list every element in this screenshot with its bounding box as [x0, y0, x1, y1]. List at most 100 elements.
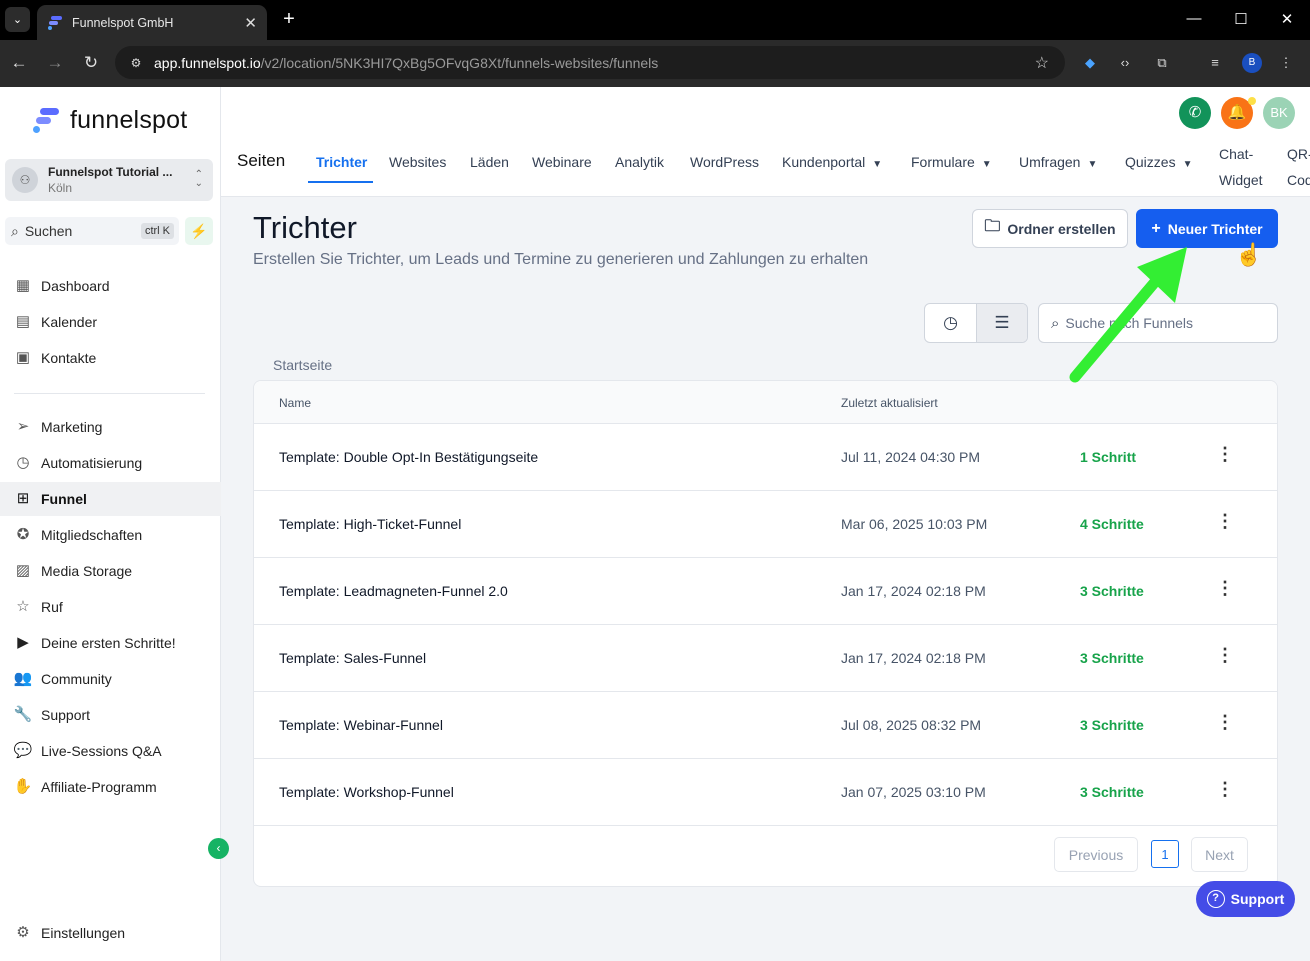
- sidebar-item-einstellungen[interactable]: ⚙ Einstellungen: [0, 916, 221, 950]
- sidebar-collapse-icon[interactable]: ‹: [208, 838, 229, 859]
- tab-quizzes[interactable]: Quizzes ▼: [1125, 154, 1192, 170]
- window-close-icon[interactable]: ✕: [1277, 10, 1297, 30]
- list-view-icon[interactable]: ☰: [975, 304, 1027, 342]
- table-row[interactable]: Template: High-Ticket-Funnel Mar 06, 202…: [254, 491, 1277, 558]
- pagination-previous-button[interactable]: Previous: [1054, 837, 1138, 872]
- browser-menu-icon[interactable]: ⋮: [1276, 53, 1296, 73]
- reload-icon[interactable]: ↻: [80, 52, 102, 74]
- sidebar-item-support[interactable]: 🔧 Support: [0, 698, 221, 732]
- award-icon: ✪: [16, 526, 30, 543]
- tab-wordpress[interactable]: WordPress: [690, 154, 759, 170]
- sidebar-item-dashboard[interactable]: ▦ Dashboard: [0, 269, 221, 303]
- sidebar-item-ruf[interactable]: ☆ Ruf: [0, 590, 221, 624]
- table-row[interactable]: Template: Sales-Funnel Jan 17, 2024 02:1…: [254, 625, 1277, 692]
- sidebar-item-automatisierung[interactable]: ◷ Automatisierung: [0, 446, 221, 480]
- funnel-name[interactable]: Template: Webinar-Funnel: [279, 717, 443, 733]
- profile-avatar[interactable]: B: [1242, 53, 1262, 73]
- funnel-name[interactable]: Template: Double Opt-In Bestätigungseite: [279, 449, 538, 465]
- sidebar-item-label: Mitgliedschaften: [41, 527, 143, 543]
- send-icon: ➢: [16, 418, 30, 435]
- sidebar-item-community[interactable]: 👥 Community: [0, 662, 221, 696]
- site-info-icon[interactable]: ⚙: [127, 54, 145, 72]
- support-widget-button[interactable]: ? Support: [1196, 881, 1295, 917]
- brand-logo[interactable]: funnelspot: [32, 106, 187, 135]
- funnel-name[interactable]: Template: Leadmagneten-Funnel 2.0: [279, 583, 508, 599]
- pagination-page-1[interactable]: 1: [1151, 840, 1179, 868]
- tab-label: Quizzes: [1125, 154, 1176, 170]
- settings-gear-icon: ⚙: [16, 924, 30, 941]
- table-row[interactable]: Template: Double Opt-In Bestätigungseite…: [254, 424, 1277, 491]
- extension-diamond-icon[interactable]: ◆: [1080, 53, 1100, 73]
- page-title: Trichter: [253, 210, 357, 245]
- extensions-puzzle-icon[interactable]: ⧉: [1152, 53, 1172, 73]
- location-switcher[interactable]: ⚇ Funnelspot Tutorial ... Köln ⌃ ⌄: [5, 159, 213, 201]
- sidebar-item-marketing[interactable]: ➢ Marketing: [0, 410, 221, 444]
- sidebar-item-funnel[interactable]: ⊞ Funnel: [0, 482, 221, 516]
- sidebar-search[interactable]: ⌕ Suchen ctrl K: [5, 217, 179, 245]
- create-folder-button[interactable]: 🗀 Ordner erstellen: [972, 209, 1128, 248]
- funnel-steps: 4 Schritte: [1080, 516, 1144, 532]
- phone-icon[interactable]: ✆: [1179, 97, 1211, 129]
- sidebar-item-label: Kalender: [41, 314, 98, 330]
- breadcrumb[interactable]: Startseite: [273, 357, 332, 373]
- media-control-icon[interactable]: ≡: [1205, 53, 1225, 73]
- sidebar-item-erste-schritte[interactable]: ▶ Deine ersten Schritte!: [0, 626, 221, 660]
- chevron-down-icon: ▼: [1182, 159, 1193, 170]
- tab-webinare[interactable]: Webinare: [532, 154, 592, 170]
- tab-formulare[interactable]: Formulare ▼: [911, 154, 992, 170]
- funnel-updated: Jul 08, 2025 08:32 PM: [841, 717, 982, 733]
- tab-qr-code[interactable]: QR- Cod: [1287, 141, 1310, 193]
- quick-action-bolt-icon[interactable]: ⚡: [185, 217, 213, 245]
- notification-dot: [1248, 97, 1256, 105]
- tab-analytik[interactable]: Analytik: [615, 154, 664, 170]
- sidebar-item-media-storage[interactable]: ▨ Media Storage: [0, 554, 221, 588]
- sidebar-item-label: Automatisierung: [41, 455, 143, 471]
- sidebar-item-label: Kontakte: [41, 350, 97, 366]
- funnel-name[interactable]: Template: Workshop-Funnel: [279, 784, 454, 800]
- tab-kundenportal[interactable]: Kundenportal ▼: [782, 154, 882, 170]
- funnel-name[interactable]: Template: High-Ticket-Funnel: [279, 516, 461, 532]
- star-icon: ☆: [16, 598, 30, 615]
- funnel-steps: 3 Schritte: [1080, 784, 1144, 800]
- table-row[interactable]: Template: Workshop-Funnel Jan 07, 2025 0…: [254, 759, 1277, 826]
- tab-laeden[interactable]: Läden: [470, 154, 509, 170]
- minimize-icon[interactable]: —: [1184, 10, 1204, 30]
- more-options-icon[interactable]: ⋮: [1216, 578, 1234, 604]
- more-options-icon[interactable]: ⋮: [1216, 511, 1234, 537]
- tab-trichter[interactable]: Trichter: [316, 154, 367, 170]
- table-row[interactable]: Template: Webinar-Funnel Jul 08, 2025 08…: [254, 692, 1277, 759]
- column-header-updated[interactable]: Zuletzt aktualisiert: [841, 396, 938, 410]
- sidebar-item-affiliate[interactable]: ✋ Affiliate-Programm: [0, 770, 221, 804]
- sidebar-item-kontakte[interactable]: ▣ Kontakte: [0, 341, 221, 375]
- sidebar-item-mitgliedschaften[interactable]: ✪ Mitgliedschaften: [0, 518, 221, 552]
- tab-label: Formulare: [911, 154, 975, 170]
- more-options-icon[interactable]: ⋮: [1216, 779, 1234, 805]
- sidebar-item-kalender[interactable]: ▤ Kalender: [0, 305, 221, 339]
- more-options-icon[interactable]: ⋮: [1216, 712, 1234, 738]
- forward-icon[interactable]: →: [44, 52, 66, 74]
- new-tab-icon[interactable]: +: [278, 8, 300, 30]
- recent-clock-icon[interactable]: ◷: [925, 304, 976, 342]
- search-label: Suchen: [24, 223, 73, 239]
- column-header-name[interactable]: Name: [279, 396, 311, 410]
- user-avatar[interactable]: BK: [1263, 97, 1295, 129]
- browser-tab[interactable]: Funnelspot GmbH ✕: [37, 5, 267, 40]
- tab-umfragen[interactable]: Umfragen ▼: [1019, 154, 1097, 170]
- tab-search-chevron-icon[interactable]: ⌄: [5, 7, 30, 32]
- image-icon: ▨: [15, 562, 31, 579]
- funnel-name[interactable]: Template: Sales-Funnel: [279, 650, 426, 666]
- tab-close-icon[interactable]: ✕: [244, 14, 257, 32]
- tab-chat-widget[interactable]: Chat- Widget: [1219, 141, 1263, 193]
- pagination-next-button[interactable]: Next: [1191, 837, 1248, 872]
- search-shortcut: ctrl K: [140, 223, 174, 239]
- extension-code-icon[interactable]: ‹›: [1115, 53, 1135, 73]
- tab-websites[interactable]: Websites: [389, 154, 446, 170]
- more-options-icon[interactable]: ⋮: [1216, 645, 1234, 671]
- bookmark-star-icon[interactable]: ☆: [1035, 53, 1049, 73]
- address-bar[interactable]: ⚙ app.funnelspot.io/v2/location/5NK3HI7Q…: [115, 46, 1065, 79]
- more-options-icon[interactable]: ⋮: [1216, 444, 1234, 470]
- table-row[interactable]: Template: Leadmagneten-Funnel 2.0 Jan 17…: [254, 558, 1277, 625]
- sidebar-item-live-sessions[interactable]: 💬 Live-Sessions Q&A: [0, 734, 221, 768]
- maximize-icon[interactable]: ☐: [1231, 10, 1251, 30]
- back-icon[interactable]: ←: [8, 52, 30, 74]
